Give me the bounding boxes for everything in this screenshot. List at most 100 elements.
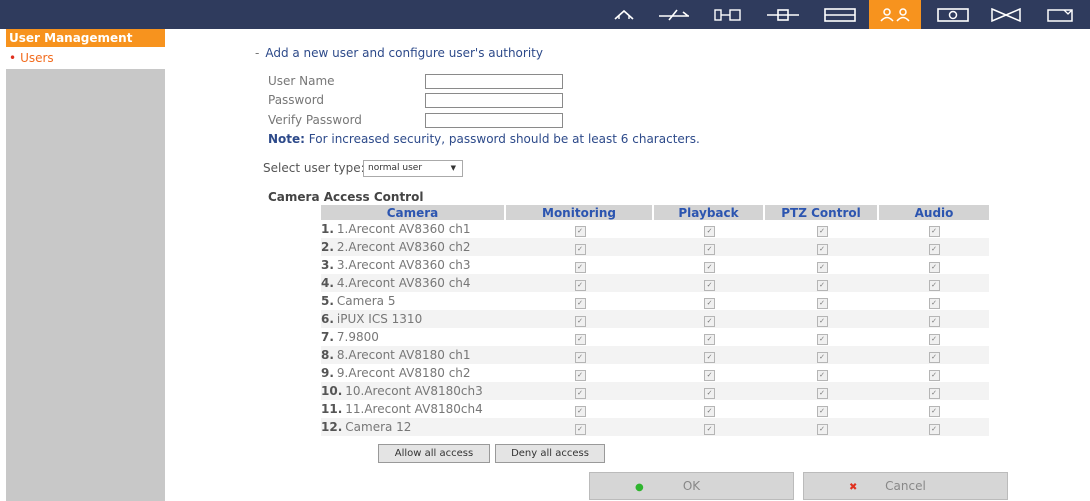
camera-number: 3. <box>321 258 334 272</box>
ptz-checkbox[interactable]: ✓ <box>816 315 828 327</box>
playback-checkbox[interactable]: ✓ <box>704 369 715 381</box>
monitoring-checkbox[interactable]: ✓ <box>574 243 586 255</box>
monitoring-checkbox[interactable]: ✓ <box>574 315 586 327</box>
playback-checkbox[interactable]: ✓ <box>704 297 715 309</box>
camera-name: 10.Arecont AV8180ch3 <box>345 384 483 398</box>
monitoring-checkbox[interactable]: ✓ <box>574 297 586 309</box>
monitoring-checkbox[interactable]: ✓ <box>574 279 586 291</box>
audio-checkbox[interactable]: ✓ <box>928 405 940 417</box>
allow-all-access-button[interactable]: Allow all access <box>378 444 490 463</box>
playback-checkbox[interactable]: ✓ <box>704 423 715 435</box>
monitoring-checkbox[interactable]: ✓ <box>574 333 586 345</box>
camera-number: 7. <box>321 330 334 344</box>
permission-cell-playback: ✓ <box>654 238 765 256</box>
playback-checkbox[interactable]: ✓ <box>704 351 715 363</box>
audio-checkbox[interactable]: ✓ <box>928 387 940 399</box>
table-row: 4. 4.Arecont AV8360 ch4 ✓ ✓ ✓ ✓ <box>321 274 989 292</box>
verify-password-field[interactable] <box>425 113 563 128</box>
username-field[interactable] <box>425 74 563 89</box>
ptz-checkbox[interactable]: ✓ <box>816 279 828 291</box>
home-icon[interactable] <box>608 0 640 29</box>
ptz-checkbox[interactable]: ✓ <box>816 369 828 381</box>
camera-name: Camera 12 <box>345 420 412 434</box>
ok-button[interactable]: ● OK <box>589 472 794 500</box>
user-type-label: Select user type: <box>263 161 365 175</box>
network-icon[interactable] <box>654 0 694 29</box>
permission-cell-ptz: ✓ <box>765 220 879 238</box>
ptz-checkbox[interactable]: ✓ <box>816 405 828 417</box>
col-audio: Audio <box>879 205 989 220</box>
password-field[interactable] <box>425 93 563 108</box>
camera-name: 4.Arecont AV8360 ch4 <box>336 276 471 290</box>
camera-name: 7.9800 <box>336 330 379 344</box>
camera-name: 1.Arecont AV8360 ch1 <box>336 222 471 236</box>
permission-cell-playback: ✓ <box>654 256 765 274</box>
camera-number: 2. <box>321 240 334 254</box>
camera-name-cell: 8. 8.Arecont AV8180 ch1 <box>321 346 506 364</box>
device-settings-icon[interactable] <box>708 0 748 29</box>
playback-checkbox[interactable]: ✓ <box>704 315 715 327</box>
ptz-checkbox[interactable]: ✓ <box>816 423 828 435</box>
playback-checkbox[interactable]: ✓ <box>704 243 715 255</box>
audio-checkbox[interactable]: ✓ <box>928 315 940 327</box>
permission-cell-audio: ✓ <box>879 400 989 418</box>
users-icon[interactable] <box>869 0 921 29</box>
permission-cell-playback: ✓ <box>654 310 765 328</box>
monitoring-checkbox[interactable]: ✓ <box>574 423 586 435</box>
display-icon[interactable] <box>820 0 860 29</box>
monitoring-checkbox[interactable]: ✓ <box>574 387 586 399</box>
audio-checkbox[interactable]: ✓ <box>928 369 940 381</box>
camera-name-cell: 3. 3.Arecont AV8360 ch3 <box>321 256 506 274</box>
ptz-checkbox[interactable]: ✓ <box>816 333 828 345</box>
ptz-checkbox[interactable]: ✓ <box>816 351 828 363</box>
audio-checkbox[interactable]: ✓ <box>928 279 940 291</box>
audio-checkbox[interactable]: ✓ <box>928 225 940 237</box>
audio-checkbox[interactable]: ✓ <box>928 261 940 273</box>
table-row: 1. 1.Arecont AV8360 ch1 ✓ ✓ ✓ ✓ <box>321 220 989 238</box>
bullet-icon: • <box>9 51 17 65</box>
monitoring-checkbox[interactable]: ✓ <box>574 225 586 237</box>
ptz-checkbox[interactable]: ✓ <box>816 261 828 273</box>
audio-checkbox[interactable]: ✓ <box>928 243 940 255</box>
camera-name-cell: 10. 10.Arecont AV8180ch3 <box>321 382 506 400</box>
ptz-checkbox[interactable]: ✓ <box>816 225 828 237</box>
monitoring-checkbox[interactable]: ✓ <box>574 261 586 273</box>
password-note: Note: For increased security, password s… <box>268 132 700 146</box>
camera-name-cell: 12. Camera 12 <box>321 418 506 436</box>
user-type-select[interactable]: normal user ▼ <box>363 160 463 177</box>
camera-icon[interactable] <box>930 0 976 29</box>
ptz-checkbox[interactable]: ✓ <box>816 243 828 255</box>
deny-all-access-button[interactable]: Deny all access <box>495 444 605 463</box>
connection-icon[interactable] <box>762 0 804 29</box>
playback-icon[interactable] <box>986 0 1026 29</box>
audio-checkbox[interactable]: ✓ <box>928 333 940 345</box>
playback-checkbox[interactable]: ✓ <box>704 387 715 399</box>
playback-checkbox[interactable]: ✓ <box>704 279 715 291</box>
col-camera: Camera <box>321 205 506 220</box>
cancel-button[interactable]: ✖ Cancel <box>803 472 1008 500</box>
playback-checkbox[interactable]: ✓ <box>704 225 715 237</box>
playback-checkbox[interactable]: ✓ <box>704 333 715 345</box>
col-monitoring: Monitoring <box>506 205 654 220</box>
folder-icon[interactable] <box>1040 0 1080 29</box>
audio-checkbox[interactable]: ✓ <box>928 423 940 435</box>
password-label: Password <box>268 93 325 107</box>
permission-cell-ptz: ✓ <box>765 238 879 256</box>
audio-checkbox[interactable]: ✓ <box>928 351 940 363</box>
permission-cell-playback: ✓ <box>654 328 765 346</box>
monitoring-checkbox[interactable]: ✓ <box>574 405 586 417</box>
camera-name-cell: 9. 9.Arecont AV8180 ch2 <box>321 364 506 382</box>
playback-checkbox[interactable]: ✓ <box>704 405 715 417</box>
monitoring-checkbox[interactable]: ✓ <box>574 369 586 381</box>
note-text: For increased security, password should … <box>308 132 700 146</box>
permission-cell-ptz: ✓ <box>765 310 879 328</box>
audio-checkbox[interactable]: ✓ <box>928 297 940 309</box>
sidebar-item-users[interactable]: • Users <box>6 47 165 69</box>
monitoring-checkbox[interactable]: ✓ <box>574 351 586 363</box>
collapse-icon[interactable]: - <box>255 46 259 60</box>
ptz-checkbox[interactable]: ✓ <box>816 387 828 399</box>
ptz-checkbox[interactable]: ✓ <box>816 297 828 309</box>
username-label: User Name <box>268 74 335 88</box>
playback-checkbox[interactable]: ✓ <box>704 261 715 273</box>
camera-name-cell: 1. 1.Arecont AV8360 ch1 <box>321 220 506 238</box>
